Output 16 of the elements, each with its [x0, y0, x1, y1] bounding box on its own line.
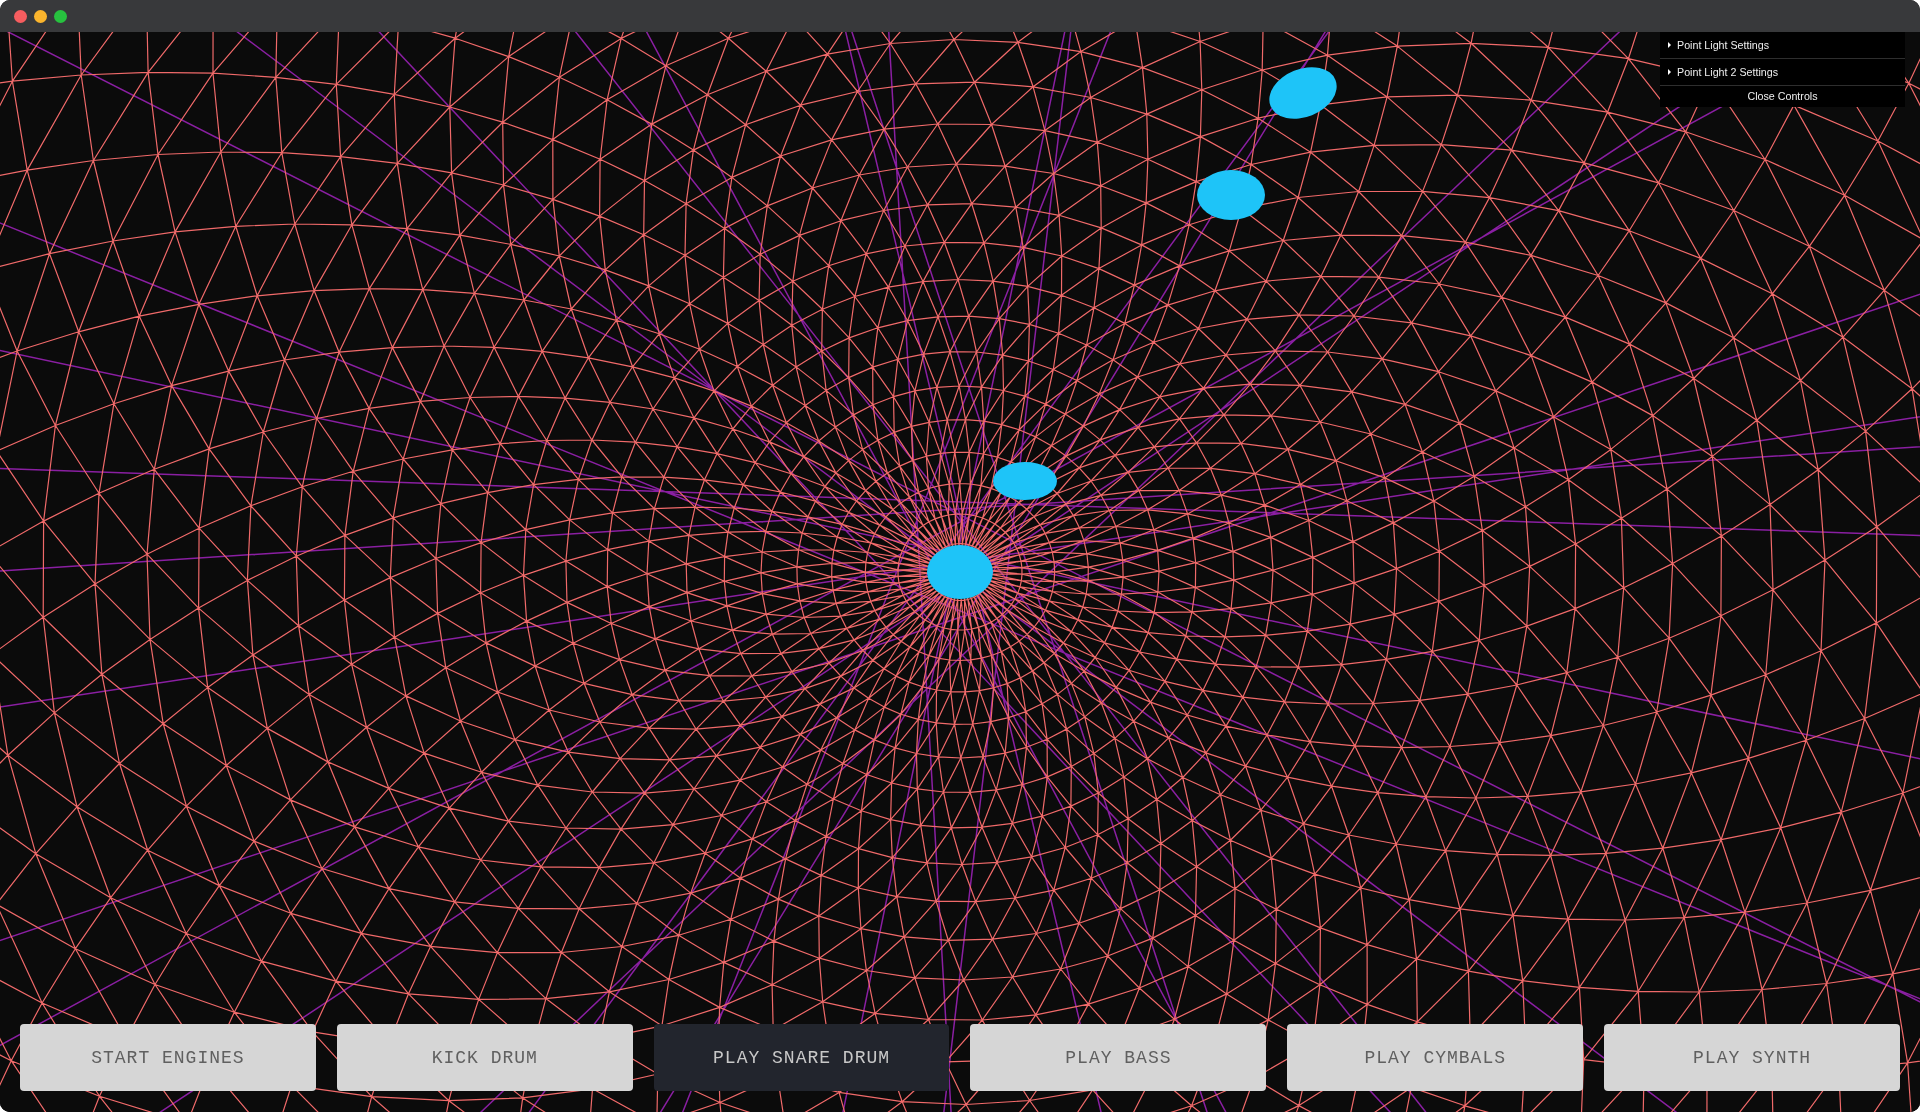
orb	[1197, 170, 1265, 220]
folder-toggle[interactable]: Point Light 2 Settings	[1660, 59, 1905, 86]
action-button[interactable]: START ENGINES	[20, 1024, 316, 1091]
close-button[interactable]	[14, 9, 27, 23]
close-controls-button[interactable]: Close Controls	[1660, 86, 1905, 107]
action-button[interactable]: KICK DRUM	[336, 1024, 633, 1091]
minimize-button[interactable]	[34, 9, 47, 23]
action-button[interactable]: PLAY SNARE DRUM	[653, 1024, 950, 1091]
zoom-button[interactable]	[54, 9, 67, 23]
folder-toggle[interactable]: Point Light Settings	[1660, 32, 1905, 59]
orb	[993, 462, 1057, 500]
orb	[1269, 67, 1337, 119]
action-button[interactable]: PLAY SYNTH	[1604, 1024, 1900, 1091]
action-button[interactable]: PLAY CYMBALS	[1287, 1024, 1584, 1091]
orb	[927, 545, 993, 599]
action-button[interactable]: PLAY BASS	[970, 1024, 1267, 1091]
